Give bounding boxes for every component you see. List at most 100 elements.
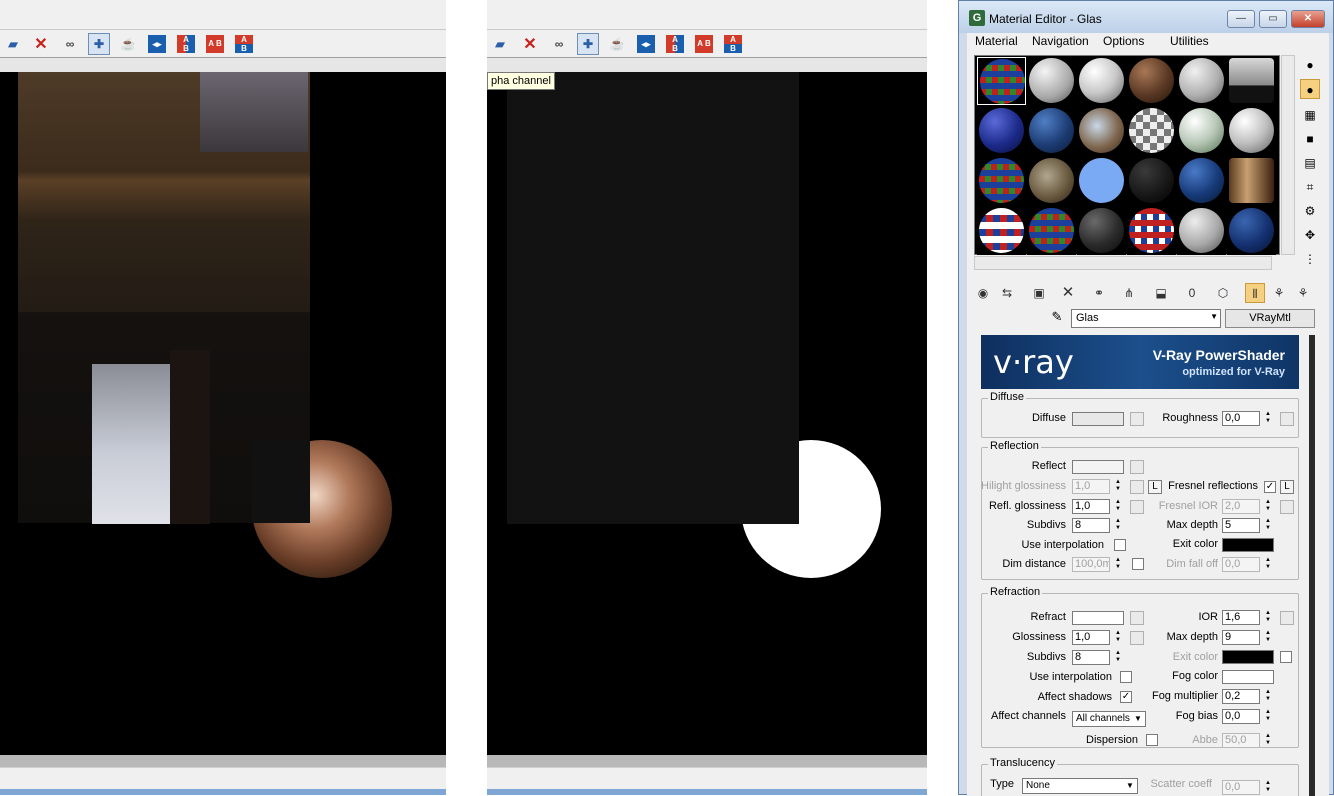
ior-map-button[interactable] (1280, 611, 1294, 625)
sample-slot[interactable] (1077, 157, 1126, 205)
sample-slot[interactable] (1027, 157, 1076, 205)
slots-horizontal-scrollbar[interactable] (974, 256, 1272, 270)
ab-icon[interactable]: AB (722, 33, 744, 55)
scatter-coeff-field[interactable]: 0,0 (1222, 780, 1260, 795)
sample-uv-icon[interactable]: ■ (1300, 129, 1320, 149)
options-icon[interactable]: ⚙ (1300, 201, 1320, 221)
roughness-spinner[interactable]: ▲ ▼ (1264, 411, 1272, 426)
refr-max-depth-spinner[interactable]: ▲ ▼ (1264, 630, 1272, 645)
chevron-down-icon[interactable]: ▼ (1124, 780, 1136, 792)
fog-multiplier-spinner[interactable]: ▲ ▼ (1264, 689, 1272, 704)
sample-slot[interactable] (977, 107, 1026, 155)
sample-slot[interactable] (1127, 57, 1176, 105)
go-to-parent-icon[interactable]: ⚘ (1269, 283, 1289, 303)
reflect-swatch[interactable] (1072, 460, 1124, 474)
sample-slot[interactable] (1227, 107, 1276, 155)
glossiness-field[interactable]: 1,0 (1072, 630, 1110, 645)
put-to-scene-icon[interactable]: ⇆ (997, 283, 1017, 303)
fog-bias-field[interactable]: 0,0 (1222, 709, 1260, 724)
maximize-button[interactable]: ▭ (1259, 10, 1287, 28)
hilight-map-button[interactable] (1130, 480, 1144, 494)
sample-slot[interactable] (1177, 107, 1226, 155)
sample-slot[interactable] (1227, 157, 1276, 205)
ab-icon[interactable]: AB (175, 33, 197, 55)
alpha-channel-icon[interactable]: ✚ (577, 33, 599, 55)
reset-map-icon[interactable]: ✕ (1058, 283, 1078, 303)
material-name-field[interactable]: Glas ▼ (1071, 309, 1221, 328)
ab-icon[interactable]: AB (664, 33, 686, 55)
refl-glossiness-map-button[interactable] (1130, 500, 1144, 514)
menu-utilities[interactable]: Utilities (1170, 34, 1209, 48)
background-icon[interactable]: ▦ (1300, 105, 1320, 125)
backlight-icon[interactable]: ● (1300, 79, 1320, 99)
affect-channels-dropdown[interactable]: All channels ▼ (1072, 711, 1146, 727)
fresnel-lock-button[interactable]: L (1280, 480, 1294, 494)
translucency-type-dropdown[interactable]: None ▼ (1022, 778, 1138, 794)
material-type-button[interactable]: VRayMtl (1225, 309, 1315, 328)
menu-material[interactable]: Material (975, 34, 1018, 48)
refr-max-depth-field[interactable]: 9 (1222, 630, 1260, 645)
dim-distance-checkbox[interactable] (1132, 558, 1144, 570)
roughness-map-button[interactable] (1280, 412, 1294, 426)
make-unique-icon[interactable]: ⋔ (1119, 283, 1139, 303)
glossiness-map-button[interactable] (1130, 631, 1144, 645)
exit-color-swatch[interactable] (1222, 538, 1274, 552)
diffuse-swatch[interactable] (1072, 412, 1124, 426)
sample-slot[interactable] (977, 57, 1026, 105)
sample-slot[interactable] (1127, 207, 1176, 255)
menu-options[interactable]: Options (1103, 34, 1144, 48)
use-interpolation-checkbox[interactable] (1114, 539, 1126, 551)
chevron-down-icon[interactable]: ▼ (1210, 312, 1218, 321)
refl-glossiness-field[interactable]: 1,0 (1072, 499, 1110, 514)
abbe-field[interactable]: 50,0 (1222, 733, 1260, 748)
sample-slot[interactable] (1027, 57, 1076, 105)
fresnel-ior-field[interactable]: 2,0 (1222, 499, 1260, 514)
sample-slot[interactable] (1027, 107, 1076, 155)
abbe-spinner[interactable]: ▲ ▼ (1264, 733, 1272, 748)
sample-slot[interactable] (1127, 157, 1176, 205)
refr-exit-color-swatch[interactable] (1222, 650, 1274, 664)
sample-slot[interactable] (1177, 157, 1226, 205)
assign-to-selection-icon[interactable]: ▣ (1029, 283, 1049, 303)
slots-vertical-scrollbar[interactable] (1281, 55, 1295, 255)
dim-falloff-spinner[interactable]: ▲ ▼ (1264, 557, 1272, 572)
roughness-field[interactable]: 0,0 (1222, 411, 1260, 426)
open-icon[interactable]: ▰ (489, 33, 511, 55)
compare-icon[interactable]: ◂▸ (146, 33, 168, 55)
get-material-icon[interactable]: ◉ (973, 283, 993, 303)
sample-slot[interactable] (977, 157, 1026, 205)
close-button[interactable]: ✕ (1291, 10, 1325, 28)
menu-navigation[interactable]: Navigation (1032, 34, 1089, 48)
refract-map-button[interactable] (1130, 611, 1144, 625)
subdivs-spinner[interactable]: ▲ ▼ (1114, 518, 1122, 533)
ab-icon[interactable]: A B (693, 33, 715, 55)
reflect-map-button[interactable] (1130, 460, 1144, 474)
sample-slot[interactable] (1177, 57, 1226, 105)
fog-multiplier-field[interactable]: 0,2 (1222, 689, 1260, 704)
chevron-down-icon[interactable]: ▼ (1132, 713, 1144, 725)
material-id-icon[interactable]: 0 (1182, 283, 1202, 303)
material-navigator-icon[interactable]: ⋮ (1300, 249, 1320, 269)
hilight-lock-button[interactable]: L (1148, 480, 1162, 494)
hilight-spinner[interactable]: ▲ ▼ (1114, 479, 1122, 494)
max-depth-field[interactable]: 5 (1222, 518, 1260, 533)
refr-subdivs-field[interactable]: 8 (1072, 650, 1110, 665)
delete-icon[interactable]: ✕ (519, 33, 541, 55)
fresnel-ior-map-button[interactable] (1280, 500, 1294, 514)
dim-distance-field[interactable]: 100,0m (1072, 557, 1110, 572)
dim-distance-spinner[interactable]: ▲ ▼ (1114, 557, 1122, 572)
minimize-button[interactable]: — (1227, 10, 1255, 28)
fresnel-ior-spinner[interactable]: ▲ ▼ (1264, 499, 1272, 514)
glossiness-spinner[interactable]: ▲ ▼ (1114, 630, 1122, 645)
go-forward-sibling-icon[interactable]: ⚘ (1293, 283, 1313, 303)
refr-exit-color-checkbox[interactable] (1280, 651, 1292, 663)
delete-icon[interactable]: ✕ (30, 33, 52, 55)
teapot-icon[interactable]: ☕ (117, 33, 139, 55)
compare-icon[interactable]: ◂▸ (635, 33, 657, 55)
subdivs-field[interactable]: 8 (1072, 518, 1110, 533)
ior-field[interactable]: 1,6 (1222, 610, 1260, 625)
ior-spinner[interactable]: ▲ ▼ (1264, 610, 1272, 625)
scatter-coeff-spinner[interactable]: ▲ ▼ (1264, 780, 1272, 795)
ab-icon[interactable]: AB (233, 33, 255, 55)
sample-slot[interactable] (1077, 107, 1126, 155)
